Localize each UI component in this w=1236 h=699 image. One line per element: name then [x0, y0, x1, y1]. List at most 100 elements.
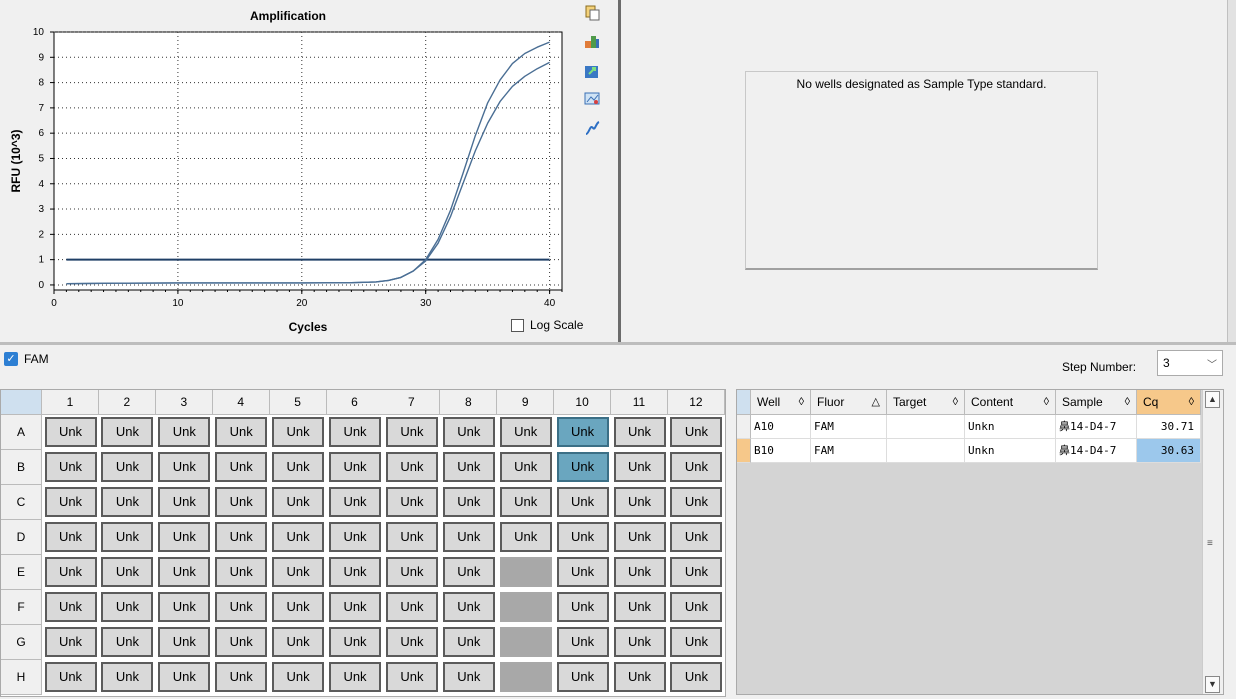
- well-b4[interactable]: Unk: [215, 452, 268, 482]
- well-b12[interactable]: Unk: [670, 452, 723, 482]
- well-d4[interactable]: Unk: [215, 522, 268, 552]
- horizontal-splitter[interactable]: [0, 342, 1236, 345]
- well-c3[interactable]: Unk: [158, 487, 211, 517]
- well-c6[interactable]: Unk: [329, 487, 381, 517]
- well-a8[interactable]: Unk: [442, 417, 495, 447]
- well-d9[interactable]: Unk: [499, 522, 552, 552]
- well-f12[interactable]: Unk: [670, 592, 723, 622]
- well-d12[interactable]: Unk: [670, 522, 723, 552]
- well-d1[interactable]: Unk: [44, 522, 97, 552]
- well-f11[interactable]: Unk: [613, 592, 666, 622]
- select-all-corner[interactable]: [1, 390, 42, 415]
- column-header-sample[interactable]: Sample ◊: [1056, 390, 1137, 415]
- sort-icon[interactable]: ◊: [1189, 390, 1194, 415]
- well-h3[interactable]: Unk: [158, 662, 211, 692]
- well-f1[interactable]: Unk: [44, 592, 97, 622]
- well-f4[interactable]: Unk: [215, 592, 268, 622]
- well-h7[interactable]: Unk: [385, 662, 438, 692]
- plate-row-header[interactable]: G: [1, 625, 42, 660]
- well-g4[interactable]: Unk: [215, 627, 268, 657]
- plate-column-header[interactable]: 10: [554, 390, 612, 415]
- well-h5[interactable]: Unk: [272, 662, 325, 692]
- well-c11[interactable]: Unk: [613, 487, 666, 517]
- well-h11[interactable]: Unk: [613, 662, 666, 692]
- well-g10[interactable]: Unk: [556, 627, 609, 657]
- well-g6[interactable]: Unk: [329, 627, 381, 657]
- well-c5[interactable]: Unk: [272, 487, 325, 517]
- well-d11[interactable]: Unk: [613, 522, 666, 552]
- well-h8[interactable]: Unk: [442, 662, 495, 692]
- well-e4[interactable]: Unk: [215, 557, 268, 587]
- well-g8[interactable]: Unk: [442, 627, 495, 657]
- well-h2[interactable]: Unk: [101, 662, 154, 692]
- cell-sample[interactable]: 鼻14-D4-7: [1056, 439, 1137, 463]
- log-scale-checkbox[interactable]: [511, 318, 524, 332]
- cell-target[interactable]: [887, 415, 965, 439]
- well-b8[interactable]: Unk: [442, 452, 495, 482]
- plate-row-header[interactable]: F: [1, 590, 42, 625]
- well-d2[interactable]: Unk: [101, 522, 154, 552]
- well-g11[interactable]: Unk: [613, 627, 666, 657]
- well-a6[interactable]: Unk: [329, 417, 381, 447]
- plate-column-header[interactable]: 4: [212, 390, 270, 415]
- cell-fluor[interactable]: FAM: [811, 439, 887, 463]
- well-b11[interactable]: Unk: [613, 452, 666, 482]
- well-e11[interactable]: Unk: [613, 557, 666, 587]
- well-h9[interactable]: [499, 662, 552, 692]
- sort-icon[interactable]: ◊: [799, 390, 804, 415]
- plate-column-header[interactable]: 6: [326, 390, 384, 415]
- plate-column-header[interactable]: 3: [155, 390, 213, 415]
- plate-row-header[interactable]: B: [1, 450, 42, 485]
- sort-icon[interactable]: ◊: [1044, 390, 1049, 415]
- plate-row-header[interactable]: A: [1, 415, 42, 450]
- well-e1[interactable]: Unk: [44, 557, 97, 587]
- vertical-splitter[interactable]: [618, 0, 621, 342]
- cell-content[interactable]: Unkn: [965, 415, 1056, 439]
- well-e10[interactable]: Unk: [556, 557, 609, 587]
- well-g2[interactable]: Unk: [101, 627, 154, 657]
- well-f3[interactable]: Unk: [158, 592, 211, 622]
- well-a12[interactable]: Unk: [670, 417, 723, 447]
- plate-column-header[interactable]: 9: [497, 390, 555, 415]
- well-d3[interactable]: Unk: [158, 522, 211, 552]
- well-h12[interactable]: Unk: [670, 662, 723, 692]
- well-h1[interactable]: Unk: [44, 662, 97, 692]
- plate-row-header[interactable]: C: [1, 485, 42, 520]
- cell-cq[interactable]: 30.71: [1137, 415, 1201, 439]
- well-d6[interactable]: Unk: [329, 522, 381, 552]
- well-e2[interactable]: Unk: [101, 557, 154, 587]
- well-b6[interactable]: Unk: [329, 452, 381, 482]
- well-e3[interactable]: Unk: [158, 557, 211, 587]
- step-number-select[interactable]: 3 ﹀: [1157, 350, 1223, 376]
- column-header-target[interactable]: Target ◊: [887, 390, 965, 415]
- column-header-cq[interactable]: Cq ◊: [1137, 390, 1201, 415]
- well-g12[interactable]: Unk: [670, 627, 723, 657]
- well-a3[interactable]: Unk: [158, 417, 211, 447]
- plate-row-header[interactable]: H: [1, 660, 42, 695]
- well-h6[interactable]: Unk: [329, 662, 381, 692]
- well-a11[interactable]: Unk: [613, 417, 666, 447]
- scroll-down-icon[interactable]: ▼: [1205, 676, 1220, 693]
- well-d7[interactable]: Unk: [385, 522, 438, 552]
- scroll-up-icon[interactable]: ▲: [1205, 391, 1220, 408]
- row-selector[interactable]: [737, 439, 751, 463]
- well-b3[interactable]: Unk: [158, 452, 211, 482]
- well-a9[interactable]: Unk: [499, 417, 552, 447]
- plate-column-header[interactable]: 12: [667, 390, 725, 415]
- well-h4[interactable]: Unk: [215, 662, 268, 692]
- well-a2[interactable]: Unk: [101, 417, 154, 447]
- well-f8[interactable]: Unk: [442, 592, 495, 622]
- row-selector[interactable]: [737, 415, 751, 439]
- vertical-scrollbar[interactable]: ▲ ≡ ▼: [1202, 390, 1223, 694]
- well-g3[interactable]: Unk: [158, 627, 211, 657]
- well-c8[interactable]: Unk: [442, 487, 495, 517]
- column-header-fluor[interactable]: Fluor △: [811, 390, 887, 415]
- chart-settings-icon[interactable]: [583, 32, 601, 50]
- well-b10[interactable]: Unk: [556, 452, 609, 482]
- well-f6[interactable]: Unk: [329, 592, 381, 622]
- well-d5[interactable]: Unk: [272, 522, 325, 552]
- plate-column-header[interactable]: 8: [440, 390, 498, 415]
- well-a4[interactable]: Unk: [215, 417, 268, 447]
- well-f10[interactable]: Unk: [556, 592, 609, 622]
- sort-icon[interactable]: ◊: [1125, 390, 1130, 415]
